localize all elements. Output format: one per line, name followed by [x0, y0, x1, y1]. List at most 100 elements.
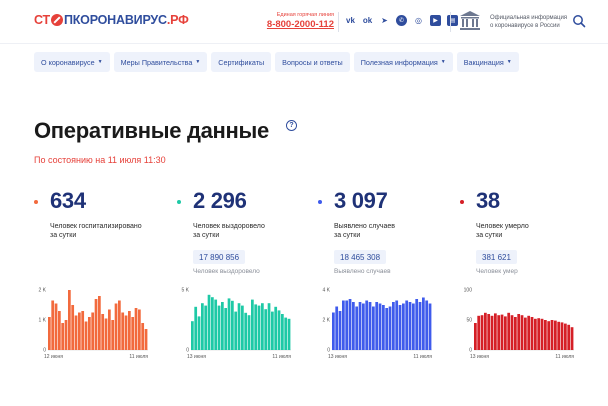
chart-bar[interactable] — [264, 309, 268, 350]
chart-bar[interactable] — [78, 312, 81, 351]
chart-bar[interactable] — [382, 305, 385, 350]
chart-bar[interactable] — [58, 311, 61, 350]
chart-bar[interactable] — [395, 300, 399, 351]
telegram-icon[interactable]: ➤ — [379, 15, 390, 26]
viber-icon[interactable]: ✆ — [396, 15, 407, 26]
chart-bar[interactable] — [48, 317, 51, 350]
chart-bar[interactable] — [375, 302, 379, 350]
chart-bar[interactable] — [51, 300, 55, 351]
chart-bar[interactable] — [335, 306, 339, 351]
search-icon[interactable] — [572, 14, 586, 28]
nav-item-government-measures[interactable]: Меры Правительства ▼ — [113, 52, 208, 72]
chart-bar[interactable] — [332, 312, 335, 351]
chart-bar[interactable] — [372, 306, 375, 351]
chart-bar[interactable] — [474, 323, 477, 350]
government-building-icon[interactable] — [458, 9, 482, 33]
chart-bar[interactable] — [524, 317, 527, 350]
ok-icon[interactable]: ok — [362, 15, 373, 26]
nav-item-about[interactable]: О коронавирусе ▼ — [34, 52, 110, 72]
chart-bar[interactable] — [287, 318, 291, 350]
chart-bar[interactable] — [368, 302, 372, 350]
chart-bar[interactable] — [378, 303, 382, 351]
chart-bar[interactable] — [560, 322, 564, 350]
help-icon[interactable]: ? — [286, 120, 297, 131]
chart-bar[interactable] — [124, 315, 128, 351]
chart-bar[interactable] — [348, 299, 352, 350]
chart-bar[interactable] — [214, 299, 218, 350]
chart-bar[interactable] — [480, 315, 484, 350]
chart-bar[interactable] — [204, 305, 208, 350]
chart-bar[interactable] — [131, 317, 135, 350]
chart-bar[interactable] — [257, 305, 261, 350]
chart-bar[interactable] — [114, 303, 118, 351]
chart-bar[interactable] — [358, 302, 362, 350]
chart-bar[interactable] — [234, 311, 238, 350]
chart-bar[interactable] — [81, 311, 85, 350]
chart-bar[interactable] — [108, 309, 111, 351]
chart-bar[interactable] — [101, 314, 105, 350]
chart-bar[interactable] — [194, 306, 198, 350]
chart-bar[interactable] — [244, 312, 248, 350]
chart-bar[interactable] — [425, 300, 429, 351]
chart-bar[interactable] — [550, 320, 554, 350]
chart-bar[interactable] — [418, 302, 422, 350]
chart-bar[interactable] — [274, 306, 278, 350]
chart-bar[interactable] — [247, 315, 251, 350]
chart-bar[interactable] — [141, 323, 145, 350]
chart-bar[interactable] — [138, 309, 141, 351]
chart-bar[interactable] — [281, 314, 284, 350]
chart-bar[interactable] — [128, 311, 131, 350]
chart-bar[interactable] — [352, 302, 355, 350]
chart-bar[interactable] — [237, 303, 241, 350]
chart-bar[interactable] — [251, 299, 254, 350]
chart-bar[interactable] — [527, 315, 531, 350]
chart-bar[interactable] — [544, 320, 547, 350]
chart-bar[interactable] — [64, 320, 68, 350]
nav-item-certificates[interactable]: Сертификаты — [211, 52, 272, 72]
chart-bar[interactable] — [388, 306, 392, 351]
chart-bar[interactable] — [402, 303, 405, 351]
chart-bar[interactable] — [118, 300, 121, 351]
chart-bar[interactable] — [191, 321, 194, 350]
chart-bar[interactable] — [91, 312, 95, 351]
chart-bar[interactable] — [207, 294, 211, 350]
chart-bar[interactable] — [570, 327, 574, 350]
chart-bar[interactable] — [271, 311, 274, 350]
chart-bar[interactable] — [227, 298, 231, 350]
chart-bar[interactable] — [398, 305, 402, 350]
chart-bar[interactable] — [221, 302, 224, 350]
chart-bar[interactable] — [554, 320, 557, 350]
chart-bar[interactable] — [254, 304, 258, 350]
chart-bar[interactable] — [104, 318, 108, 351]
chart-bar[interactable] — [217, 305, 221, 350]
chart-bar[interactable] — [494, 313, 497, 350]
chart-bar[interactable] — [385, 308, 389, 350]
chart-bar[interactable] — [231, 300, 234, 350]
chart-bar[interactable] — [365, 300, 369, 351]
chart-bar[interactable] — [224, 308, 228, 350]
hotline-number-link[interactable]: 8-800-2000-112 — [266, 19, 334, 30]
chart-bar[interactable] — [74, 315, 78, 351]
whatsapp-icon[interactable]: ◎ — [413, 15, 424, 26]
chart-bar[interactable] — [517, 314, 521, 350]
chart-bar[interactable] — [514, 317, 517, 350]
chart-bar[interactable] — [342, 300, 345, 351]
nav-item-faq[interactable]: Вопросы и ответы — [275, 52, 350, 72]
chart-bar[interactable] — [500, 314, 504, 350]
chart-bar[interactable] — [428, 303, 432, 351]
chart-bar[interactable] — [534, 318, 537, 350]
chart-bar[interactable] — [392, 302, 395, 350]
nav-item-useful-info[interactable]: Полезная информация ▼ — [353, 52, 453, 72]
chart-bar[interactable] — [557, 321, 561, 350]
chart-bar[interactable] — [267, 303, 271, 350]
chart-bar[interactable] — [405, 300, 409, 351]
chart-bar[interactable] — [510, 315, 514, 350]
chart-bar[interactable] — [197, 316, 201, 350]
news-icon[interactable]: ▤ — [447, 15, 458, 26]
chart-bar[interactable] — [422, 297, 425, 351]
nav-item-vaccination[interactable]: Вакцинация ▼ — [456, 52, 519, 72]
chart-bar[interactable] — [408, 302, 412, 350]
vk-icon[interactable]: vk — [345, 15, 356, 26]
chart-bar[interactable] — [540, 318, 544, 350]
chart-bar[interactable] — [277, 310, 281, 350]
